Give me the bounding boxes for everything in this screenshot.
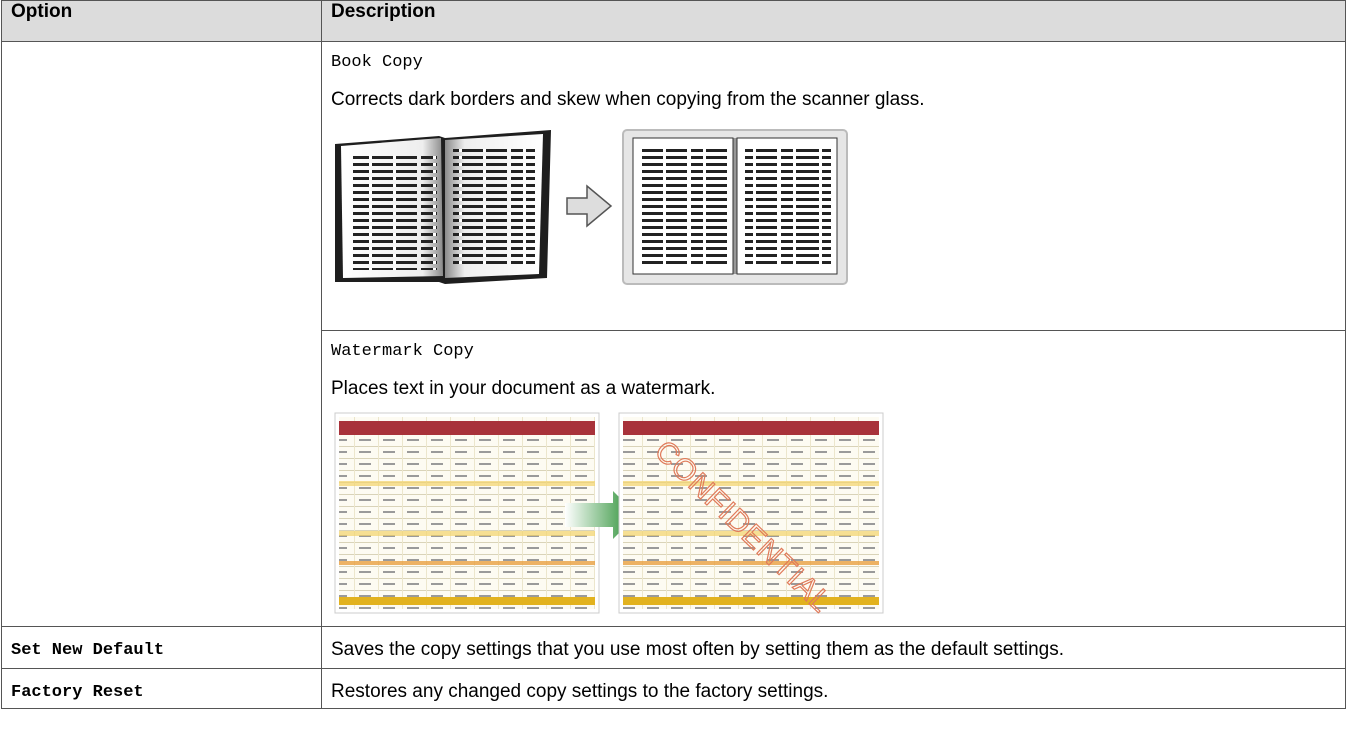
book-corrected-icon bbox=[622, 129, 848, 285]
description-factory-reset: Restores any changed copy settings to th… bbox=[321, 668, 1346, 709]
description-set-new-default: Saves the copy settings that you use mos… bbox=[321, 626, 1346, 669]
description-cell: Watermark Copy Places text in your docum… bbox=[321, 330, 1346, 627]
watermark-copy-title: Watermark Copy bbox=[331, 342, 474, 361]
spreadsheet-original-icon bbox=[334, 412, 600, 614]
option-factory-reset: Factory Reset bbox=[1, 668, 322, 709]
watermark-figure: CONFIDENTIAL bbox=[334, 412, 884, 620]
header-option: Option bbox=[1, 0, 322, 42]
book-original-icon bbox=[335, 130, 551, 284]
book-copy-title: Book Copy bbox=[331, 53, 423, 72]
header-description: Description bbox=[321, 0, 1346, 42]
table-row: Set New Default Saves the copy settings … bbox=[1, 626, 1346, 669]
watermark-copy-illustration: CONFIDENTIAL bbox=[331, 411, 1345, 626]
right-arrow-icon bbox=[566, 184, 613, 228]
watermark-copy-text: Places text in your document as a waterm… bbox=[331, 378, 716, 399]
book-copy-text: Corrects dark borders and skew when copy… bbox=[331, 89, 925, 110]
option-cell-empty bbox=[1, 41, 322, 627]
book-copy-illustration bbox=[331, 126, 1345, 291]
table-header-row: Option Description bbox=[1, 0, 1346, 42]
description-cell: Book Copy Corrects dark borders and skew… bbox=[321, 41, 1346, 331]
option-set-new-default: Set New Default bbox=[1, 626, 322, 669]
table-row: Book Copy Corrects dark borders and skew… bbox=[1, 41, 1346, 627]
options-table: Option Description Book Copy Corrects da… bbox=[1, 0, 1346, 709]
table-row: Factory Reset Restores any changed copy … bbox=[1, 668, 1346, 709]
book-copy-figure bbox=[335, 129, 848, 285]
spreadsheet-watermarked-icon: CONFIDENTIAL bbox=[618, 412, 884, 620]
